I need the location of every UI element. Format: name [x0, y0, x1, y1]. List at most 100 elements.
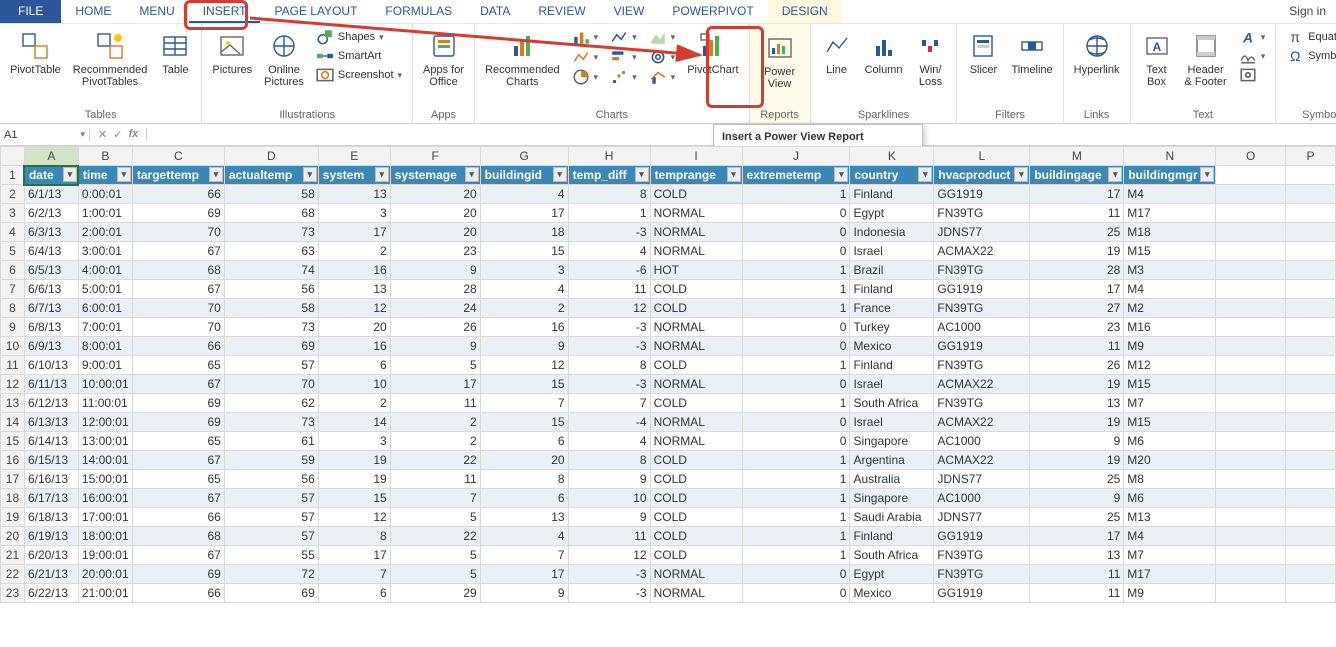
cell-E18[interactable]: 15	[318, 489, 390, 508]
cell-N23[interactable]: M9	[1124, 584, 1216, 603]
filter-button-system[interactable]: ▾	[375, 167, 389, 182]
table-header-buildingmgr[interactable]: buildingmgr▾	[1124, 166, 1216, 185]
cell-K5[interactable]: Israel	[850, 242, 934, 261]
cell-empty[interactable]	[1286, 508, 1336, 527]
cell-E4[interactable]: 17	[318, 223, 390, 242]
cell-D8[interactable]: 58	[224, 299, 318, 318]
cell-F23[interactable]: 29	[390, 584, 480, 603]
cell-M18[interactable]: 9	[1030, 489, 1124, 508]
screenshot-button[interactable]: Screenshot▾	[312, 66, 406, 84]
cell-E20[interactable]: 8	[318, 527, 390, 546]
cell-K19[interactable]: Saudi Arabia	[850, 508, 934, 527]
cell-empty[interactable]	[1286, 280, 1336, 299]
cell-A21[interactable]: 6/20/13	[24, 546, 78, 565]
select-all-cell[interactable]	[1, 147, 25, 166]
cell-C21[interactable]: 67	[132, 546, 224, 565]
cell-I8[interactable]: COLD	[650, 299, 742, 318]
cell-empty[interactable]	[1216, 280, 1286, 299]
tab-design[interactable]: DESIGN	[768, 0, 842, 23]
row-header-1[interactable]: 1	[1, 166, 25, 185]
cell-H6[interactable]: -6	[568, 261, 650, 280]
cell-F20[interactable]: 22	[390, 527, 480, 546]
row-header-2[interactable]: 2	[1, 185, 25, 204]
cell-K15[interactable]: Singapore	[850, 432, 934, 451]
column-header-M[interactable]: M	[1030, 147, 1124, 166]
row-header-10[interactable]: 10	[1, 337, 25, 356]
cell-N11[interactable]: M12	[1124, 356, 1216, 375]
cell-empty[interactable]	[1216, 242, 1286, 261]
cell-D9[interactable]: 73	[224, 318, 318, 337]
shapes-button[interactable]: Shapes▾	[312, 28, 406, 46]
cell-empty[interactable]	[1286, 337, 1336, 356]
filter-button-extremetemp[interactable]: ▾	[834, 167, 848, 182]
cell-empty[interactable]	[1216, 546, 1286, 565]
online-pictures-button[interactable]: Online Pictures	[260, 28, 308, 90]
column-header-F[interactable]: F	[390, 147, 480, 166]
cell-M13[interactable]: 13	[1030, 394, 1124, 413]
recommended-pivottables-button[interactable]: Recommended PivotTables	[69, 28, 152, 90]
cell-E17[interactable]: 19	[318, 470, 390, 489]
cell-L13[interactable]: FN39TG	[934, 394, 1030, 413]
cell-H8[interactable]: 12	[568, 299, 650, 318]
cell-E10[interactable]: 16	[318, 337, 390, 356]
cell-M7[interactable]: 17	[1030, 280, 1124, 299]
cell-B16[interactable]: 14:00:01	[78, 451, 132, 470]
cell-M10[interactable]: 11	[1030, 337, 1124, 356]
cell-L8[interactable]: FN39TG	[934, 299, 1030, 318]
cell-A9[interactable]: 6/8/13	[24, 318, 78, 337]
filter-button-time[interactable]: ▾	[117, 167, 131, 182]
tab-file[interactable]: FILE	[0, 0, 61, 23]
cell-I7[interactable]: COLD	[650, 280, 742, 299]
cell-empty[interactable]	[1286, 318, 1336, 337]
cell-F5[interactable]: 23	[390, 242, 480, 261]
cell-K17[interactable]: Australia	[850, 470, 934, 489]
cell-N9[interactable]: M16	[1124, 318, 1216, 337]
column-header-A[interactable]: A	[24, 147, 78, 166]
cell-K2[interactable]: Finland	[850, 185, 934, 204]
cell-F17[interactable]: 11	[390, 470, 480, 489]
table-header-actualtemp[interactable]: actualtemp▾	[224, 166, 318, 185]
cell-D11[interactable]: 57	[224, 356, 318, 375]
cell-K11[interactable]: Finland	[850, 356, 934, 375]
cell-M5[interactable]: 19	[1030, 242, 1124, 261]
cell-empty[interactable]	[1216, 451, 1286, 470]
table-header-hvacproduct[interactable]: hvacproduct▾	[934, 166, 1030, 185]
cell-D20[interactable]: 57	[224, 527, 318, 546]
cell-H12[interactable]: -3	[568, 375, 650, 394]
cell-N6[interactable]: M3	[1124, 261, 1216, 280]
cell-G10[interactable]: 9	[480, 337, 568, 356]
cell-D17[interactable]: 56	[224, 470, 318, 489]
hbar-chart-button[interactable]: ▾	[606, 48, 641, 66]
cell-C22[interactable]: 69	[132, 565, 224, 584]
cell-E7[interactable]: 13	[318, 280, 390, 299]
cell-H20[interactable]: 11	[568, 527, 650, 546]
cell-B22[interactable]: 20:00:01	[78, 565, 132, 584]
pivotchart-button[interactable]: PivotChart	[683, 28, 742, 78]
cell-F16[interactable]: 22	[390, 451, 480, 470]
cell-I19[interactable]: COLD	[650, 508, 742, 527]
cell-L4[interactable]: JDNS77	[934, 223, 1030, 242]
fx-icon[interactable]: fx	[128, 128, 138, 141]
cell-G8[interactable]: 2	[480, 299, 568, 318]
cell-empty[interactable]	[1216, 166, 1286, 185]
tab-data[interactable]: DATA	[466, 0, 524, 23]
cell-empty[interactable]	[1216, 470, 1286, 489]
cell-D23[interactable]: 69	[224, 584, 318, 603]
cell-J18[interactable]: 1	[742, 489, 850, 508]
cell-A7[interactable]: 6/6/13	[24, 280, 78, 299]
cell-H2[interactable]: 8	[568, 185, 650, 204]
cell-A14[interactable]: 6/13/13	[24, 413, 78, 432]
cell-C4[interactable]: 70	[132, 223, 224, 242]
cell-E19[interactable]: 12	[318, 508, 390, 527]
cell-A22[interactable]: 6/21/13	[24, 565, 78, 584]
cell-M3[interactable]: 11	[1030, 204, 1124, 223]
sparkline-line-button[interactable]: Line	[817, 28, 857, 78]
cell-J11[interactable]: 1	[742, 356, 850, 375]
cell-E12[interactable]: 10	[318, 375, 390, 394]
cell-J8[interactable]: 1	[742, 299, 850, 318]
cell-empty[interactable]	[1286, 299, 1336, 318]
cell-H4[interactable]: -3	[568, 223, 650, 242]
cell-J4[interactable]: 0	[742, 223, 850, 242]
cell-J23[interactable]: 0	[742, 584, 850, 603]
table-header-buildingage[interactable]: buildingage▾	[1030, 166, 1124, 185]
